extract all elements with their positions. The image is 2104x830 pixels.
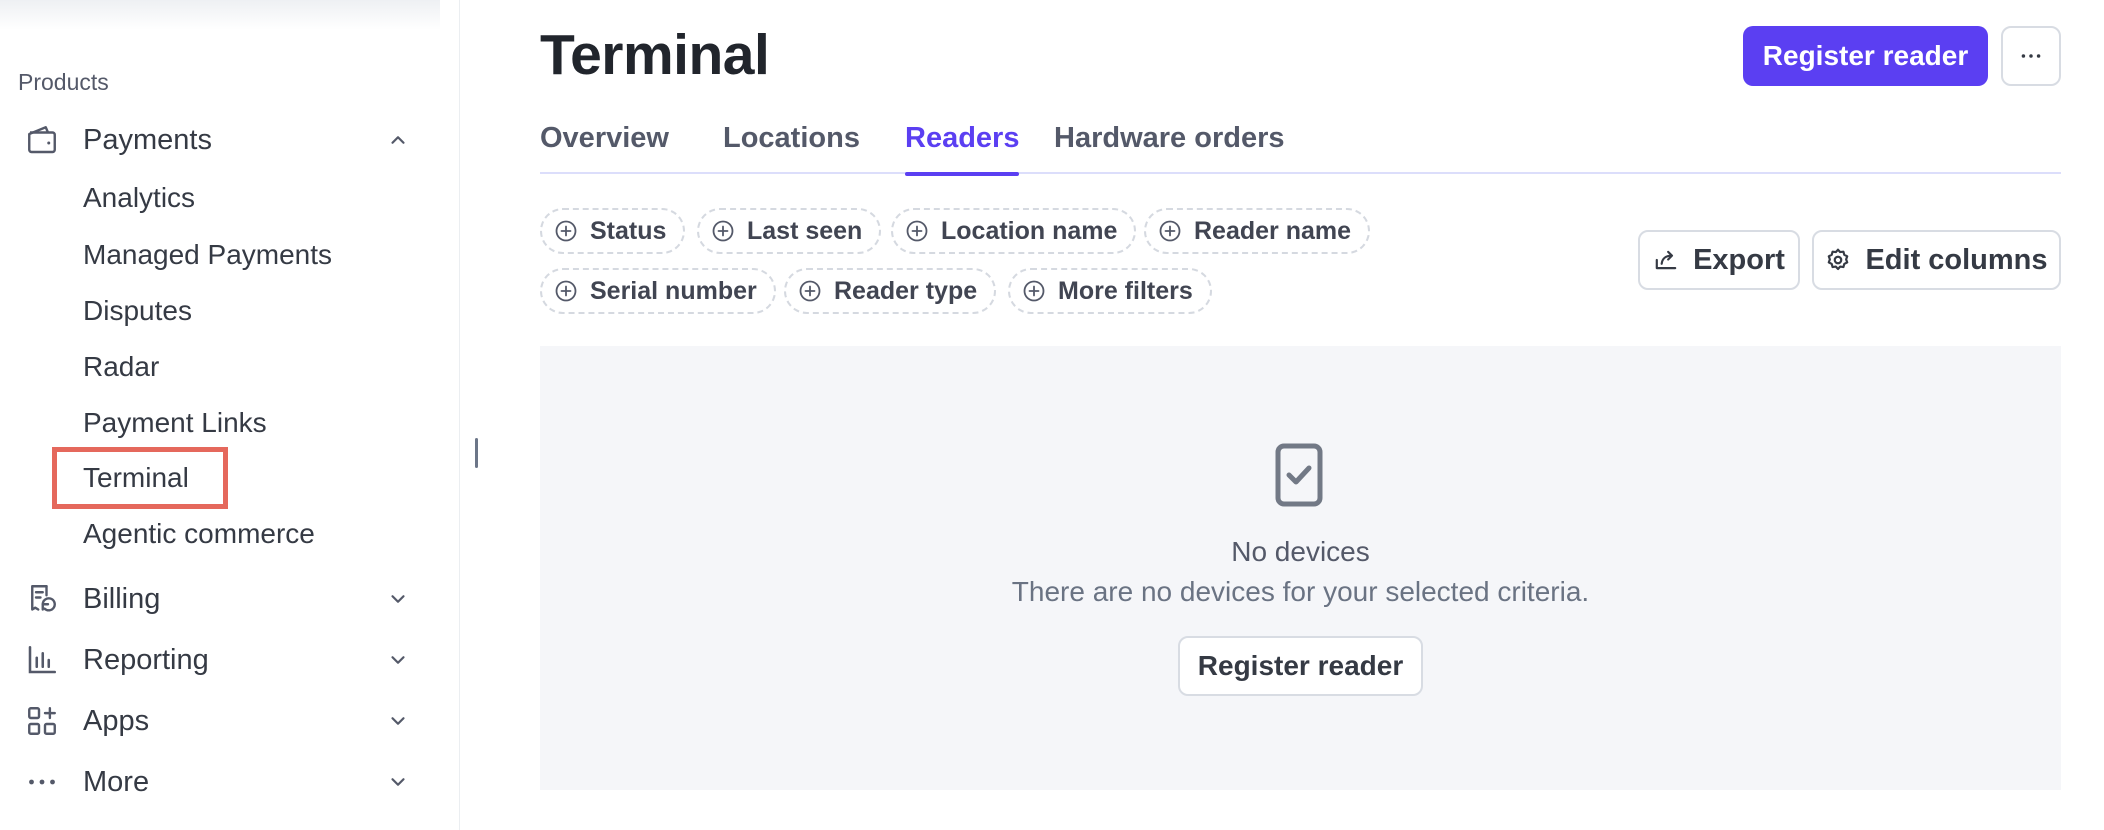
sidebar-subitem-radar[interactable]: Radar (83, 347, 159, 387)
gear-icon (1825, 247, 1851, 273)
plus-circle-icon (554, 279, 578, 303)
chevron-down-icon[interactable] (386, 648, 410, 672)
register-reader-button[interactable]: Register reader (1743, 26, 1988, 86)
edit-columns-button[interactable]: Edit columns (1812, 230, 2061, 290)
tab-overview[interactable]: Overview (540, 118, 669, 174)
filter-chip-label: More filters (1058, 276, 1193, 305)
plus-circle-icon (554, 219, 578, 243)
bar-chart-icon (24, 642, 60, 678)
billing-icon (24, 581, 60, 617)
sidebar-top-fade (0, 0, 440, 30)
sidebar-item-reporting[interactable]: Reporting (0, 634, 440, 686)
edit-columns-label: Edit columns (1865, 243, 2048, 276)
plus-circle-icon (1022, 279, 1046, 303)
plus-circle-icon (798, 279, 822, 303)
filter-chip-more-filters[interactable]: More filters (1008, 268, 1212, 314)
sidebar-item-label: More (83, 765, 150, 798)
sidebar-section-label: Products (18, 69, 109, 95)
sidebar-item-apps[interactable]: Apps (0, 695, 440, 747)
plus-circle-icon (1158, 219, 1182, 243)
sidebar-subitem-disputes[interactable]: Disputes (83, 291, 192, 331)
sidebar-subitem-analytics[interactable]: Analytics (83, 178, 195, 218)
empty-state-register-reader-button[interactable]: Register reader (1178, 636, 1423, 696)
sidebar-resize-handle[interactable] (475, 438, 478, 468)
sidebar-item-billing[interactable]: Billing (0, 573, 440, 625)
more-actions-button[interactable] (2001, 26, 2061, 86)
tab-readers[interactable]: Readers (905, 118, 1020, 176)
filter-chip-label: Serial number (590, 276, 757, 305)
tab-locations[interactable]: Locations (723, 118, 860, 174)
chevron-down-icon[interactable] (386, 709, 410, 733)
filter-chip-label: Location name (941, 216, 1118, 245)
sidebar-item-label: Apps (83, 704, 150, 737)
sidebar-item-payments[interactable]: Payments (0, 114, 440, 166)
filter-chip-reader-type[interactable]: Reader type (784, 268, 997, 314)
filter-chip-label: Last seen (747, 216, 863, 245)
tab-hardware-orders[interactable]: Hardware orders (1054, 118, 1285, 174)
sidebar: Products Payments Analytics Managed Paym… (0, 0, 460, 830)
sidebar-item-more[interactable]: More (0, 756, 440, 808)
sidebar-item-label: Billing (83, 582, 161, 615)
selected-item-highlight (52, 447, 228, 509)
chevron-down-icon[interactable] (386, 587, 410, 611)
empty-state-title: No devices (1231, 536, 1370, 567)
sidebar-subitem-managed-payments[interactable]: Managed Payments (83, 235, 332, 275)
filter-chip-reader-name[interactable]: Reader name (1144, 208, 1371, 254)
filter-chip-status[interactable]: Status (540, 208, 686, 254)
apps-grid-icon (24, 703, 60, 739)
chevron-down-icon[interactable] (386, 770, 410, 794)
sidebar-item-label: Payments (83, 123, 212, 156)
plus-circle-icon (905, 219, 929, 243)
filter-chip-label: Reader name (1194, 216, 1352, 245)
wallet-icon (24, 122, 60, 158)
filter-chip-label: Reader type (834, 276, 978, 305)
reader-device-check-icon (1274, 442, 1324, 508)
export-icon (1653, 247, 1679, 273)
ellipsis-icon (2017, 42, 2045, 70)
sidebar-subitem-agentic-commerce[interactable]: Agentic commerce (83, 514, 315, 554)
filter-chip-last-seen[interactable]: Last seen (697, 208, 882, 254)
sidebar-subitem-payment-links[interactable]: Payment Links (83, 403, 267, 443)
empty-state-panel: No devices There are no devices for your… (540, 346, 2061, 790)
sidebar-item-label: Reporting (83, 643, 209, 676)
ellipsis-icon (24, 764, 60, 800)
export-button[interactable]: Export (1638, 230, 1800, 290)
filter-chip-location-name[interactable]: Location name (891, 208, 1137, 254)
export-label: Export (1693, 243, 1785, 276)
plus-circle-icon (711, 219, 735, 243)
filter-chip-serial-number[interactable]: Serial number (540, 268, 776, 314)
page-title: Terminal (540, 23, 770, 87)
filter-chip-label: Status (590, 216, 667, 245)
empty-state-message: There are no devices for your selected c… (1011, 576, 1590, 607)
chevron-up-icon[interactable] (386, 128, 410, 152)
tabs: Overview Locations Readers Hardware orde… (540, 118, 2061, 176)
